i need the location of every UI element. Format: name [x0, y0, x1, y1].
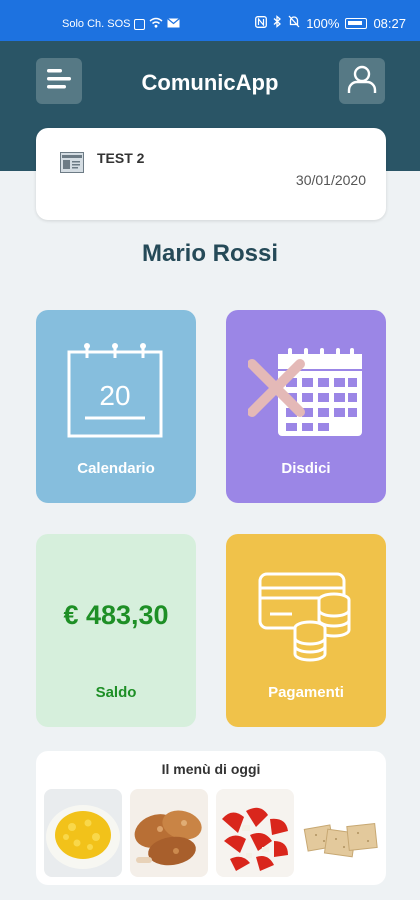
user-name: Mario Rossi: [141, 240, 279, 267]
balance-label: Saldo: [95, 684, 137, 701]
food-image-roast-chicken: [130, 789, 208, 877]
clock: 08:27: [373, 15, 406, 31]
sim-icon: [134, 18, 146, 30]
calendar-icon: 20: [67, 340, 163, 443]
notice-card[interactable]: TEST 2 30/01/2020: [36, 128, 386, 220]
balance-amount: € 483,30: [63, 600, 169, 630]
todays-menu-card[interactable]: Il menù di oggi: [36, 751, 386, 885]
bluetooth-icon: [273, 15, 282, 31]
battery-percent: 100%: [306, 15, 340, 31]
food-image-rice-dish: [44, 789, 122, 877]
nfc-icon: [255, 15, 268, 31]
status-bar: Solo Ch. SOS 100% 08:27: [0, 0, 420, 41]
menu-title: Il menù di oggi: [161, 761, 261, 777]
food-image-crackers: [302, 789, 380, 877]
calendar-cancel-icon: [247, 346, 368, 447]
cancel-label: Disdici: [281, 460, 331, 477]
user-icon: [347, 64, 377, 99]
payments-label: Pagamenti: [268, 684, 344, 701]
mail-icon: [167, 17, 181, 31]
cancel-tile[interactable]: Disdici: [226, 310, 386, 503]
battery-icon: [345, 17, 368, 29]
notice-title: TEST 2: [97, 150, 145, 166]
calendar-label: Calendario: [77, 460, 155, 477]
mute-icon: [288, 15, 300, 31]
calendar-day: 20: [99, 380, 130, 411]
calendar-tile[interactable]: 20 Calendario: [36, 310, 196, 503]
wifi-icon: [149, 17, 163, 31]
carrier-label: Solo Ch. SOS: [62, 18, 131, 30]
payments-tile[interactable]: Pagamenti: [226, 534, 386, 727]
payment-card-coins-icon: [258, 570, 358, 667]
food-image-tomato-salad: [216, 789, 294, 877]
profile-button[interactable]: [339, 58, 385, 104]
id-card-icon: [60, 152, 84, 178]
notice-date: 30/01/2020: [295, 172, 366, 188]
balance-tile[interactable]: € 483,30 Saldo: [36, 534, 196, 727]
